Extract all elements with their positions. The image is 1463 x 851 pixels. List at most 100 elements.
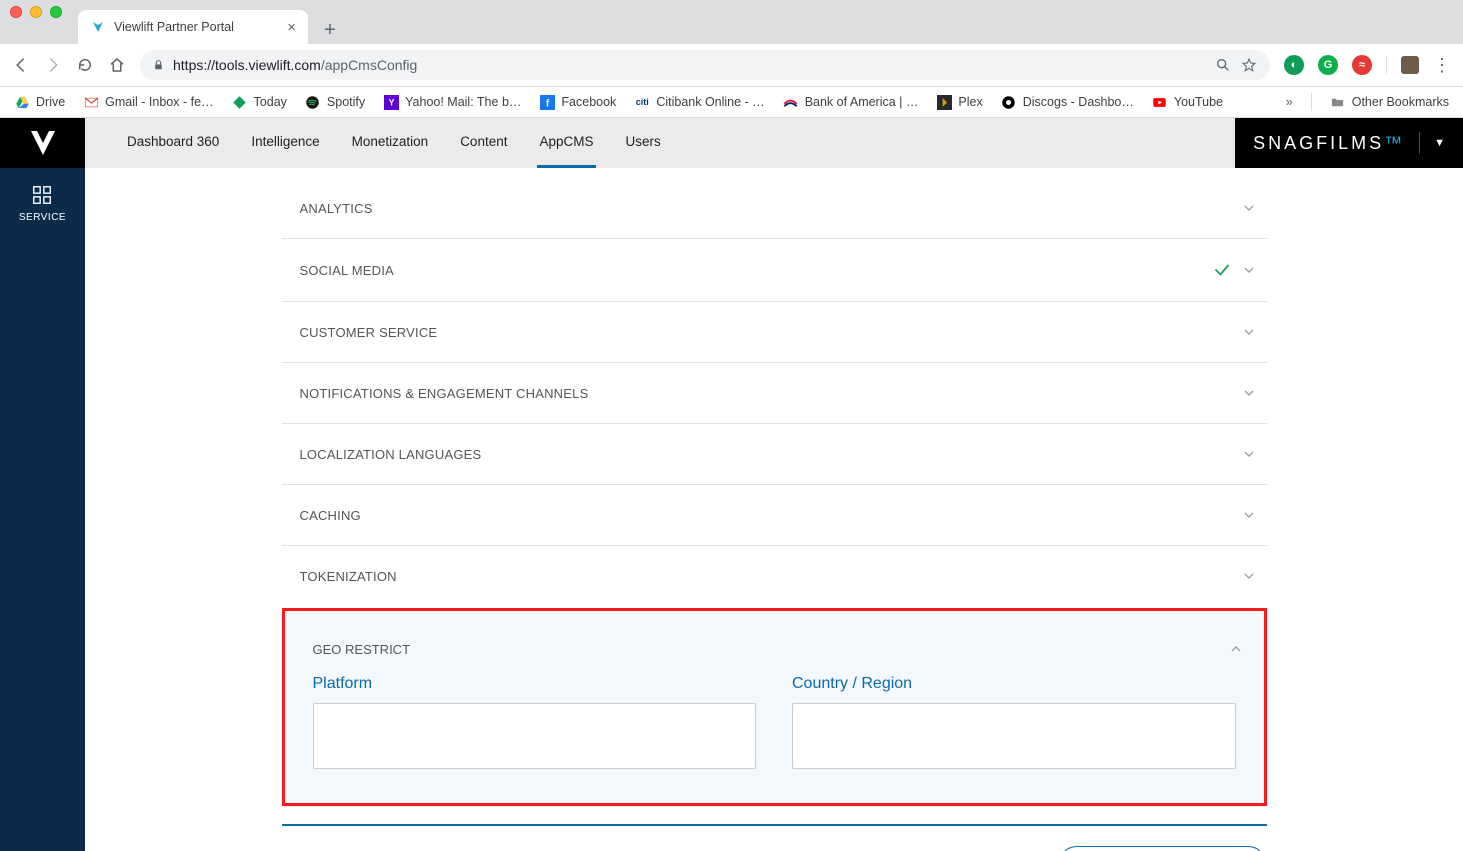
- bookmark-item[interactable]: Bank of America | …: [783, 94, 919, 110]
- tab-favicon-icon: [90, 19, 106, 35]
- bookmark-item[interactable]: citi Citibank Online - …: [634, 94, 764, 110]
- geo-restrict-section: GEO RESTRICT Platform Country / Region: [282, 608, 1267, 806]
- facebook-icon: f: [539, 94, 555, 110]
- today-icon: [232, 94, 248, 110]
- plex-icon: [936, 94, 952, 110]
- brand-name-a: SNAG: [1253, 133, 1316, 153]
- brand-dropdown[interactable]: SNAGFILMS™ ▼: [1235, 118, 1463, 168]
- accordion-icons: [1213, 261, 1257, 279]
- chevron-down-icon: [1241, 324, 1257, 340]
- bookmarks-overflow-button[interactable]: »: [1286, 95, 1293, 109]
- topnav: Dashboard 360 Intelligence Monetization …: [125, 118, 663, 168]
- youtube-icon: [1152, 94, 1168, 110]
- citi-icon: citi: [634, 94, 650, 110]
- accordion-analytics[interactable]: ANALYTICS: [282, 178, 1267, 239]
- svg-text:Y: Y: [388, 97, 394, 107]
- nav-monetization[interactable]: Monetization: [350, 118, 431, 168]
- accordion-tokenization[interactable]: TOKENIZATION: [282, 546, 1267, 606]
- extension-icon[interactable]: ◐: [1284, 55, 1304, 75]
- forward-button[interactable]: [44, 56, 62, 74]
- other-bookmarks-button[interactable]: Other Bookmarks: [1330, 94, 1449, 110]
- accordion-customer-service[interactable]: CUSTOMER SERVICE: [282, 302, 1267, 363]
- content-area: ANALYTICS SOCIAL MEDIA CUSTOMER SERVICE: [85, 168, 1463, 851]
- folder-icon: [1330, 94, 1346, 110]
- bookmark-item[interactable]: YouTube: [1152, 94, 1223, 110]
- topbar: Dashboard 360 Intelligence Monetization …: [85, 118, 1463, 168]
- platform-label: Platform: [313, 675, 757, 693]
- platform-input[interactable]: [313, 703, 757, 769]
- other-bookmarks-label: Other Bookmarks: [1352, 95, 1449, 109]
- accordion-social-media[interactable]: SOCIAL MEDIA: [282, 239, 1267, 302]
- gmail-icon: [83, 94, 99, 110]
- browser-menu-button[interactable]: ⋮: [1433, 56, 1451, 74]
- bookmark-item[interactable]: YYahoo! Mail: The b…: [383, 94, 521, 110]
- nav-label: Users: [626, 134, 661, 149]
- bookmark-label: Bank of America | …: [805, 95, 919, 109]
- browser-tab[interactable]: Viewlift Partner Portal ×: [78, 10, 308, 44]
- nav-label: AppCMS: [539, 134, 593, 149]
- window-close-button[interactable]: [10, 6, 22, 18]
- url-path: /appCmsConfig: [321, 57, 418, 73]
- bookmark-item[interactable]: Drive: [14, 94, 65, 110]
- nav-dashboard[interactable]: Dashboard 360: [125, 118, 221, 168]
- spotify-icon: [305, 94, 321, 110]
- geo-restrict-header[interactable]: GEO RESTRICT: [285, 611, 1264, 675]
- accordion-icons: [1241, 324, 1257, 340]
- bookmark-item[interactable]: Gmail - Inbox - fe…: [83, 94, 213, 110]
- new-tab-button[interactable]: +: [316, 16, 344, 44]
- brand-separator: [1419, 132, 1420, 154]
- sidebar: SERVICE: [0, 118, 85, 851]
- bookmark-item[interactable]: Today: [232, 94, 287, 110]
- nav-label: Monetization: [352, 134, 429, 149]
- tab-close-button[interactable]: ×: [287, 19, 296, 36]
- window-minimize-button[interactable]: [30, 6, 42, 18]
- viewlift-logo[interactable]: [0, 118, 85, 168]
- save-button[interactable]: SAVE: [1058, 846, 1266, 851]
- bookmark-label: Drive: [36, 95, 65, 109]
- address-bar[interactable]: https://tools.viewlift.com/appCmsConfig: [140, 50, 1270, 80]
- nav-users[interactable]: Users: [624, 118, 663, 168]
- bookmark-item[interactable]: Spotify: [305, 94, 365, 110]
- bookmark-star-icon[interactable]: [1240, 57, 1258, 73]
- app-container: SERVICE Dashboard 360 Intelligence Monet…: [0, 118, 1463, 851]
- accordion-title: GEO RESTRICT: [313, 642, 411, 657]
- browser-chrome: Viewlift Partner Portal × + https://tool…: [0, 0, 1463, 118]
- content-inner: ANALYTICS SOCIAL MEDIA CUSTOMER SERVICE: [282, 178, 1267, 821]
- zoom-icon[interactable]: [1214, 57, 1232, 73]
- accordion-notifications[interactable]: NOTIFICATIONS & ENGAGEMENT CHANNELS: [282, 363, 1267, 424]
- bookmark-label: Spotify: [327, 95, 365, 109]
- window-maximize-button[interactable]: [50, 6, 62, 18]
- accordion-caching[interactable]: CACHING: [282, 485, 1267, 546]
- accordion-localization[interactable]: LOCALIZATION LANGUAGES: [282, 424, 1267, 485]
- geo-restrict-body: Platform Country / Region: [285, 675, 1264, 803]
- bookmark-item[interactable]: Discogs - Dashbo…: [1001, 94, 1134, 110]
- nav-intelligence[interactable]: Intelligence: [249, 118, 321, 168]
- bookmark-label: Discogs - Dashbo…: [1023, 95, 1134, 109]
- bookmark-label: Citibank Online - …: [656, 95, 764, 109]
- extension-icon[interactable]: G: [1318, 55, 1338, 75]
- back-button[interactable]: [12, 56, 30, 74]
- accordion-title: CACHING: [300, 508, 361, 523]
- accordion-title: LOCALIZATION LANGUAGES: [300, 447, 482, 462]
- chevron-down-icon: [1241, 200, 1257, 216]
- country-input[interactable]: [792, 703, 1236, 769]
- bookmark-item[interactable]: Plex: [936, 94, 982, 110]
- nav-label: Dashboard 360: [127, 134, 219, 149]
- nav-appcms[interactable]: AppCMS: [537, 118, 595, 168]
- sidebar-item-service[interactable]: SERVICE: [19, 184, 66, 223]
- chevron-up-icon: [1228, 641, 1244, 657]
- bookmark-item[interactable]: f Facebook: [539, 94, 616, 110]
- bookmark-label: Gmail - Inbox - fe…: [105, 95, 213, 109]
- accordion-icons: [1241, 446, 1257, 462]
- accordion-icons: [1241, 507, 1257, 523]
- tab-strip: Viewlift Partner Portal × +: [0, 4, 1463, 44]
- chevron-down-icon: [1241, 385, 1257, 401]
- extension-icon[interactable]: ≈: [1352, 55, 1372, 75]
- reload-button[interactable]: [76, 56, 94, 74]
- nav-content[interactable]: Content: [458, 118, 509, 168]
- bookmark-label: Facebook: [561, 95, 616, 109]
- home-button[interactable]: [108, 56, 126, 74]
- save-row: SAVE: [282, 824, 1267, 851]
- chevron-down-icon: [1241, 262, 1257, 278]
- profile-avatar[interactable]: [1401, 56, 1419, 74]
